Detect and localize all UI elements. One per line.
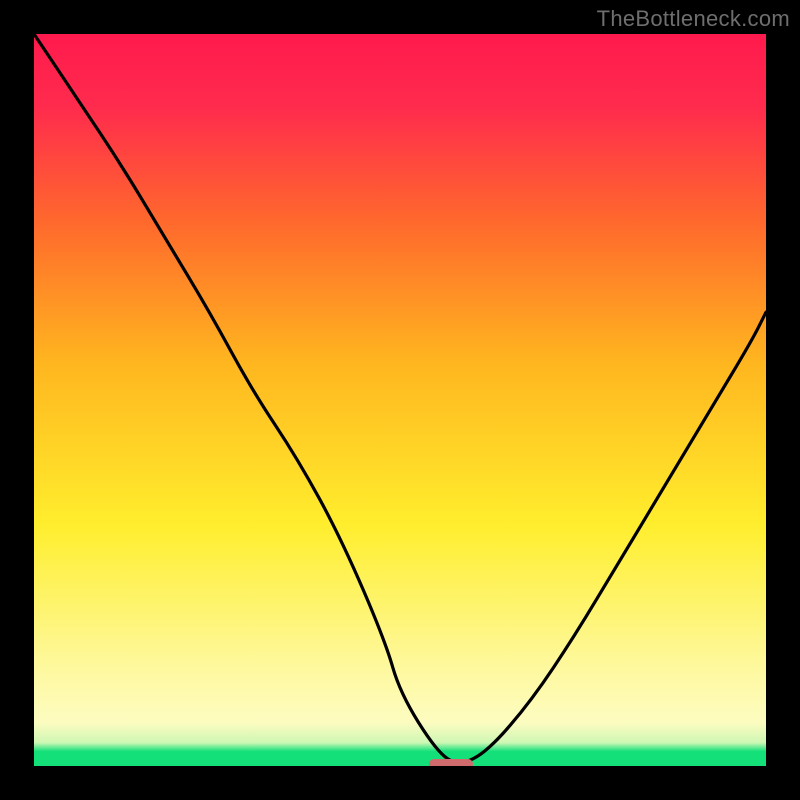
optimal-marker [429, 759, 473, 767]
watermark-text: TheBottleneck.com [597, 6, 790, 32]
bottleneck-curve [34, 34, 766, 766]
plot-area [34, 34, 766, 766]
chart-frame: TheBottleneck.com [0, 0, 800, 800]
